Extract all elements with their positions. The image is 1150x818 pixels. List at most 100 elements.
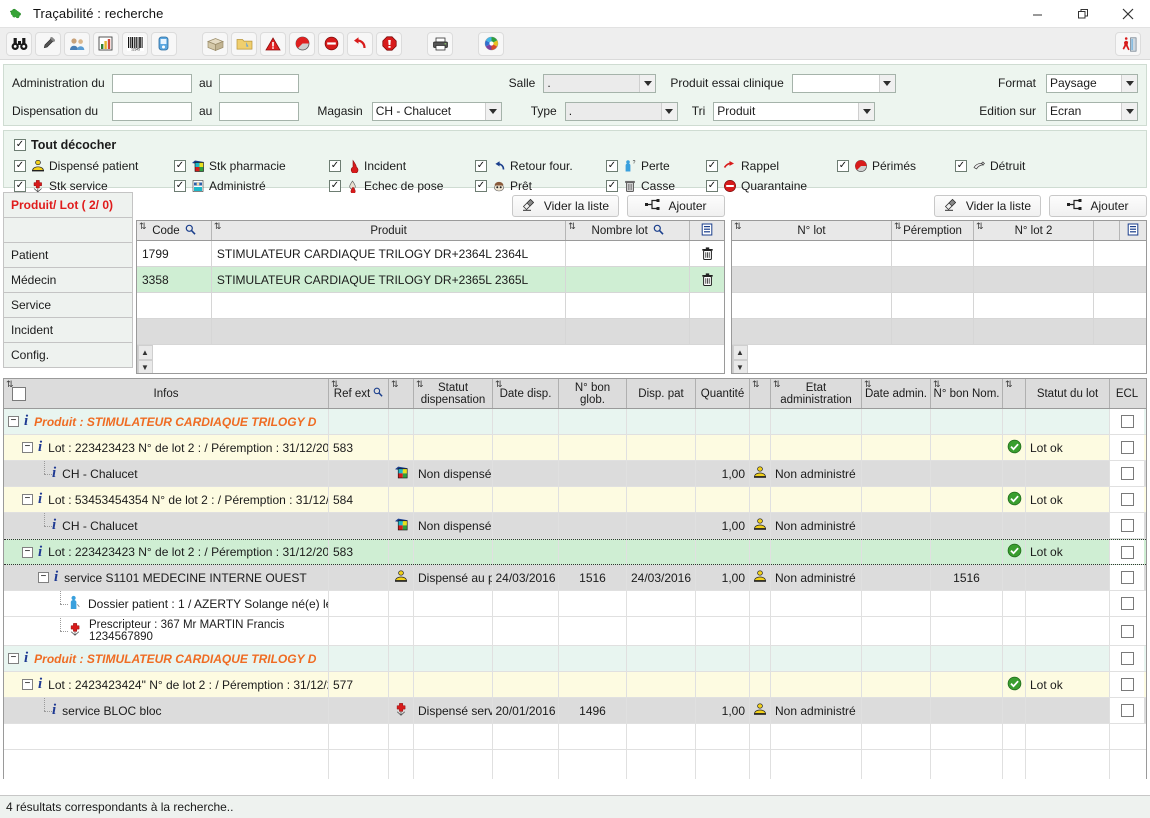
col-header-etat-administration[interactable]: ⇅ Etat administration — [771, 379, 862, 408]
box-icon[interactable] — [202, 32, 228, 56]
table-row[interactable]: i CH - Chalucet Non dispensé 1,00 Non ad… — [4, 513, 1146, 539]
sort-icon[interactable]: ⇅ — [734, 222, 742, 231]
search-icon[interactable] — [185, 224, 196, 238]
col-header-delete[interactable] — [690, 221, 724, 240]
chevron-down-icon[interactable] — [1121, 103, 1137, 120]
table-row[interactable] — [4, 750, 1146, 779]
col-header-delete[interactable] — [1120, 221, 1146, 240]
scroll-down-icon[interactable]: ▼ — [138, 360, 153, 374]
ecl-checkbox[interactable] — [1121, 467, 1134, 480]
maximize-button[interactable] — [1060, 0, 1105, 28]
table-row[interactable]: − i service S1101 MEDECINE INTERNE OUEST… — [4, 565, 1146, 591]
echec-pose-checkbox[interactable] — [329, 180, 341, 192]
cell-infos[interactable]: − i Lot : 223423423 N° de lot 2 : / Pére… — [4, 540, 329, 564]
ecl-checkbox[interactable] — [1121, 441, 1134, 454]
administration-to-input[interactable] — [219, 74, 299, 93]
table-row[interactable] — [137, 319, 724, 345]
checkbox-retour-four[interactable]: Retour four. — [475, 159, 606, 173]
checkbox-quarantaine[interactable]: Quarantaine — [706, 179, 837, 193]
sort-icon[interactable]: ⇅ — [773, 380, 781, 389]
sidebar-item-patient[interactable]: Patient — [3, 242, 133, 268]
quarantaine-checkbox[interactable] — [706, 180, 718, 192]
checkbox-pret[interactable]: Prêt — [475, 179, 606, 193]
cell-ecl[interactable] — [1110, 698, 1144, 723]
ecl-checkbox[interactable] — [1121, 704, 1134, 717]
tri-select[interactable]: Produit — [713, 102, 875, 121]
col-header-code[interactable]: ⇅ Code — [137, 221, 212, 240]
col-header-nombre-lot[interactable]: ⇅ Nombre lot — [566, 221, 690, 240]
binoculars-icon[interactable] — [6, 32, 32, 56]
sort-icon[interactable]: ⇅ — [331, 380, 339, 389]
sort-icon[interactable]: ⇅ — [976, 222, 984, 231]
cell-ecl[interactable] — [1110, 540, 1144, 564]
col-header-bon-glob[interactable]: N° bon glob. — [559, 379, 627, 408]
perimes-checkbox[interactable] — [837, 160, 849, 172]
cell-infos[interactable]: − i service S1101 MEDECINE INTERNE OUEST — [4, 565, 329, 590]
col-header-infos[interactable]: ⇅ Infos — [4, 379, 329, 408]
scanner-icon[interactable] — [151, 32, 177, 56]
checkbox-administre[interactable]: Administré — [174, 179, 329, 193]
stk-pharmacie-checkbox[interactable] — [174, 160, 186, 172]
checkbox-casse[interactable]: Casse — [606, 179, 706, 193]
pie-icon[interactable] — [289, 32, 315, 56]
ecl-checkbox[interactable] — [1121, 678, 1134, 691]
pret-checkbox[interactable] — [475, 180, 487, 192]
search-icon[interactable] — [373, 387, 383, 400]
checkbox-echec-pose[interactable]: Echec de pose — [329, 179, 475, 193]
product-clear-list-button[interactable]: Vider la liste — [512, 195, 619, 217]
chevron-down-icon[interactable] — [1121, 75, 1137, 92]
table-row[interactable]: i service BLOC bloc Dispensé servic 20/0… — [4, 698, 1146, 724]
sidebar-item-service[interactable]: Service — [3, 292, 133, 318]
chevron-down-icon[interactable] — [661, 103, 677, 120]
table-row[interactable]: 3358 STIMULATEUR CARDIAQUE TRILOGY DR+23… — [137, 267, 724, 293]
cell-ecl[interactable] — [1110, 565, 1144, 590]
collapse-icon[interactable]: − — [22, 679, 33, 690]
ecl-checkbox[interactable] — [1121, 546, 1134, 559]
scroll-up-icon[interactable]: ▲ — [733, 345, 748, 360]
cell-infos[interactable]: i CH - Chalucet — [4, 461, 329, 486]
sort-icon[interactable]: ⇅ — [214, 222, 222, 231]
cell-ecl[interactable] — [1110, 435, 1144, 460]
col-header-statut-icon[interactable]: ⇅ — [389, 379, 414, 408]
dispensation-to-input[interactable] — [219, 102, 299, 121]
stk-service-checkbox[interactable] — [14, 180, 26, 192]
colors-icon[interactable] — [478, 32, 504, 56]
table-row[interactable]: − i Lot : 53453454354 N° de lot 2 : / Pé… — [4, 487, 1146, 513]
pipette-icon[interactable] — [35, 32, 61, 56]
chevron-down-icon[interactable] — [639, 75, 655, 92]
cell-ecl[interactable] — [1110, 646, 1144, 671]
product-add-button[interactable]: Ajouter — [627, 195, 725, 217]
cell-infos[interactable]: i service BLOC bloc — [4, 698, 329, 723]
ecl-checkbox[interactable] — [1121, 415, 1134, 428]
dispense-patient-checkbox[interactable] — [14, 160, 26, 172]
sort-icon[interactable]: ⇅ — [752, 380, 760, 389]
col-header-ref-ext[interactable]: ⇅ Ref ext — [329, 379, 389, 408]
table-row[interactable]: − i Lot : 223423423 N° de lot 2 : / Pére… — [4, 435, 1146, 461]
ecl-checkbox[interactable] — [1121, 519, 1134, 532]
chevron-down-icon[interactable] — [858, 103, 874, 120]
sort-icon[interactable]: ⇅ — [1005, 380, 1013, 389]
ecl-checkbox[interactable] — [1121, 571, 1134, 584]
chevron-down-icon[interactable] — [879, 75, 895, 92]
checkbox-dispense-patient[interactable]: Dispensé patient — [14, 159, 174, 173]
casse-checkbox[interactable] — [606, 180, 618, 192]
checkbox-detruit[interactable]: Détruit — [955, 159, 1025, 173]
minimize-button[interactable] — [1015, 0, 1060, 28]
lot-grid[interactable]: ⇅ N° lot ⇅ Péremption ⇅ N° lot 2 — [731, 220, 1147, 374]
sort-icon[interactable]: ⇅ — [139, 222, 147, 231]
ecl-checkbox[interactable] — [1121, 652, 1134, 665]
administration-from-input[interactable] — [112, 74, 192, 93]
col-header-produit[interactable]: ⇅ Produit — [212, 221, 566, 240]
cell-ecl[interactable] — [1110, 487, 1144, 512]
collapse-icon[interactable]: − — [38, 572, 49, 583]
table-row[interactable]: − i Produit : STIMULATEUR CARDIAQUE TRIL… — [4, 409, 1146, 435]
sort-icon[interactable]: ⇅ — [495, 380, 503, 389]
table-row[interactable]: Prescripteur : 367 Mr MARTIN Francis 123… — [4, 617, 1146, 646]
checkbox-incident[interactable]: Incident — [329, 159, 475, 173]
sidebar-item-config[interactable]: Config. — [3, 342, 133, 368]
col-header-admin-icon[interactable]: ⇅ — [750, 379, 771, 408]
table-row[interactable] — [732, 293, 1146, 319]
dispensation-from-input[interactable] — [112, 102, 192, 121]
sidebar-item-produit-lot[interactable]: Produit/ Lot ( 2/ 0) — [3, 192, 133, 218]
ecl-checkbox[interactable] — [1121, 493, 1134, 506]
